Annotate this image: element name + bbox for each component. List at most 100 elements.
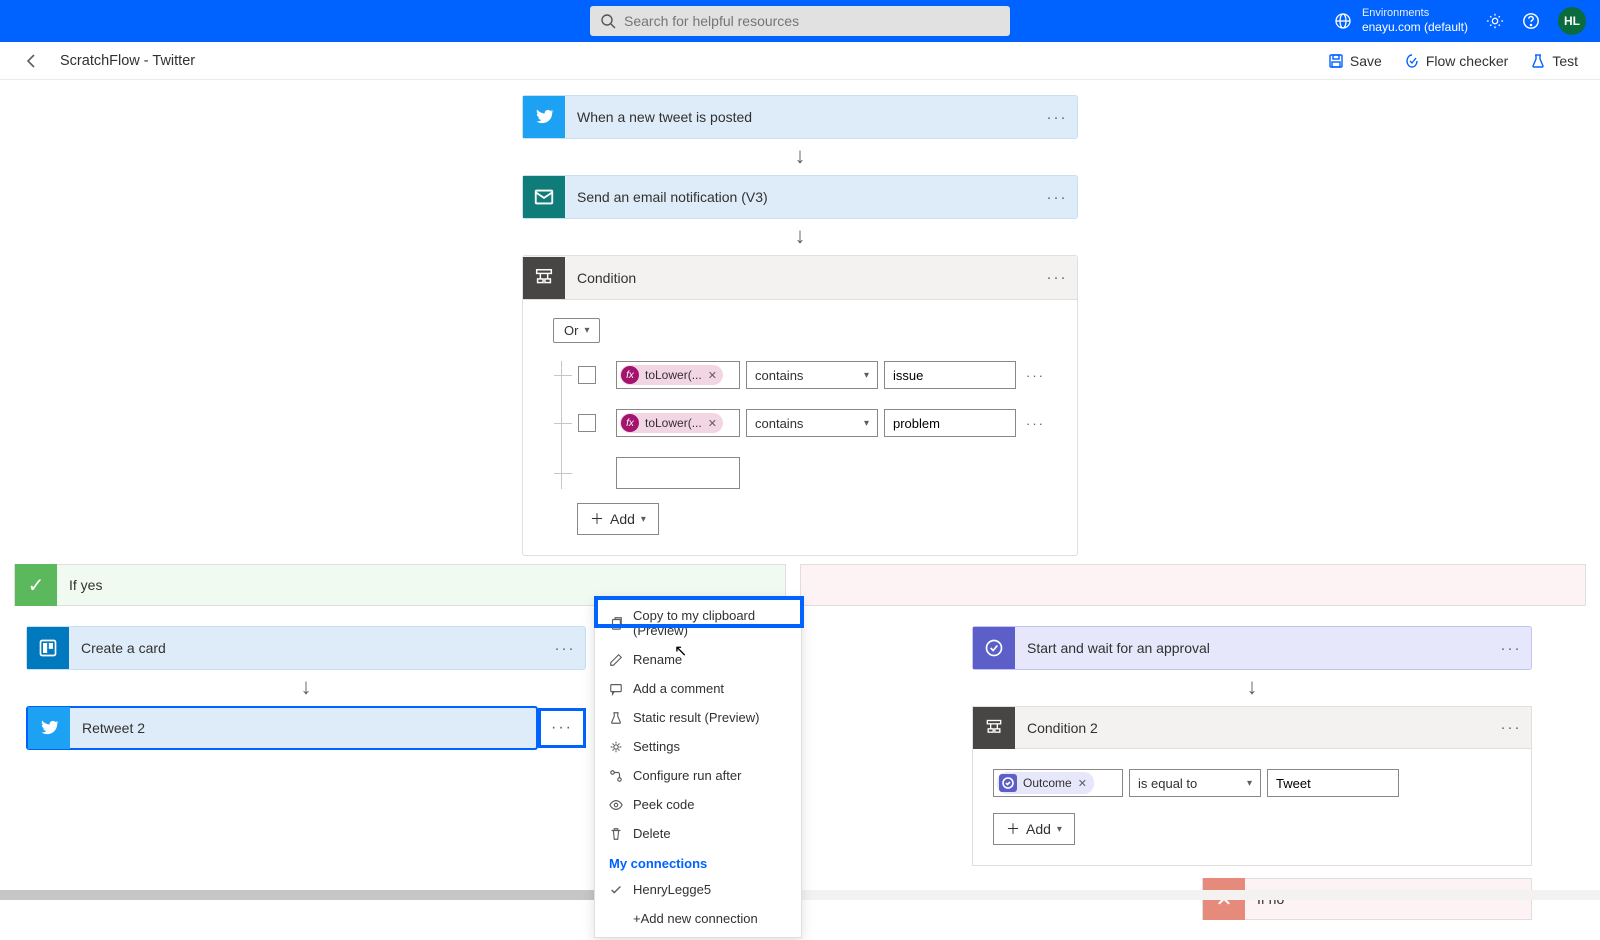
condition-block: Condition ··· Or▾ fxtoLower(...✕ contain… [522,255,1078,556]
save-button[interactable]: Save [1328,53,1382,69]
condition-icon [973,707,1015,749]
add-condition-button[interactable]: ＋ Add ▾ [993,813,1075,845]
logic-selector[interactable]: Or▾ [553,318,600,343]
operator-select[interactable]: is equal to▾ [1129,769,1261,797]
row-menu-button[interactable]: ··· [1022,416,1045,431]
help-icon[interactable] [1522,12,1540,30]
remove-token-icon[interactable]: ✕ [1078,777,1087,790]
condition-header[interactable]: Condition ··· [523,256,1077,300]
chevron-down-icon: ▾ [864,418,869,429]
checkbox[interactable] [578,366,596,384]
condition2-title: Condition 2 [1015,720,1491,736]
search-container [590,6,1010,36]
gear-icon [609,740,623,754]
chevron-down-icon: ▾ [864,370,869,381]
fx-icon: fx [621,366,639,384]
operator-select[interactable]: contains▾ [746,409,878,437]
ctx-comment[interactable]: Add a comment [595,674,801,703]
globe-icon [1334,12,1352,30]
fx-icon: fx [621,414,639,432]
ctx-rename[interactable]: Rename [595,645,801,674]
app-header: Environments enayu.com (default) HL [0,0,1600,42]
ctx-static-result[interactable]: Static result (Preview) [595,703,801,732]
back-arrow-icon[interactable] [22,52,40,70]
search-input[interactable] [590,6,1010,36]
check-icon [609,883,623,897]
condition-icon [523,257,565,299]
ctx-add-connection[interactable]: +Add new connection [595,904,801,933]
search-icon [600,13,616,29]
chevron-down-icon: ▾ [1057,824,1062,835]
approval-token-icon [999,774,1017,792]
ctx-peek-code[interactable]: Peek code [595,790,801,819]
step-menu-button[interactable]: ··· [1037,109,1077,126]
arrow-down-icon: ↓ [522,219,1078,255]
ctx-copy-clipboard[interactable]: Copy to my clipboard (Preview) [595,601,801,645]
chevron-down-icon: ▾ [584,325,589,336]
step-email[interactable]: Send an email notification (V3) ··· [522,175,1078,219]
copy-icon [609,616,623,630]
ctx-run-after[interactable]: Configure run after [595,761,801,790]
step-menu-button[interactable]: ··· [1037,189,1077,206]
step-create-card[interactable]: Create a card ··· [26,626,586,670]
header-right: Environments enayu.com (default) HL [1334,7,1586,35]
test-button[interactable]: Test [1530,53,1578,69]
arrow-down-icon: ↓ [972,670,1532,706]
checkbox[interactable] [578,414,596,432]
comment-icon [609,682,623,696]
twitter-icon [523,96,565,138]
flask-icon [609,711,623,725]
branch-no-header [800,564,1586,606]
eye-icon [609,798,623,812]
step-menu-button[interactable]: ··· [1491,640,1531,657]
condition2-header[interactable]: Condition 2 ··· [973,707,1531,749]
value-input[interactable] [884,409,1016,437]
ctx-connections-label: My connections [595,848,801,875]
step-label: Start and wait for an approval [1015,640,1491,656]
value-input[interactable] [1267,769,1399,797]
flow-canvas: When a new tweet is posted ··· ↓ Send an… [0,80,1600,900]
step-label: Send an email notification (V3) [565,189,1037,205]
branch-no: Start and wait for an approval ··· ↓ Con… [800,564,1600,940]
check-icon: ✓ [15,564,57,606]
environment-text: Environments enayu.com (default) [1362,7,1468,35]
ctx-settings[interactable]: Settings [595,732,801,761]
value-input[interactable] [884,361,1016,389]
expression-input[interactable]: fxtoLower(...✕ [616,409,740,437]
ctx-delete[interactable]: Delete [595,819,801,848]
step-menu-button-highlighted[interactable]: ··· [538,708,586,748]
arrow-down-icon: ↓ [522,139,1078,175]
trello-icon [27,627,69,669]
step-twitter-trigger[interactable]: When a new tweet is posted ··· [522,95,1078,139]
condition-title: Condition [565,270,1037,286]
chevron-down-icon: ▾ [641,514,646,525]
approval-icon [973,627,1015,669]
step-label: When a new tweet is posted [565,109,1037,125]
remove-token-icon[interactable]: ✕ [708,369,717,382]
add-condition-button[interactable]: ＋ Add ▾ [577,503,659,535]
expression-input[interactable]: fxtoLower(...✕ [616,361,740,389]
condition2-block: Condition 2 ··· Outcome ✕ [972,706,1532,866]
flow-title: ScratchFlow - Twitter [60,53,195,69]
remove-token-icon[interactable]: ✕ [708,417,717,430]
row-menu-button[interactable]: ··· [1022,368,1045,383]
chevron-down-icon: ▾ [1247,778,1252,789]
step-label: Create a card [69,640,545,656]
step-menu-button[interactable]: ··· [545,640,585,657]
expression-input[interactable]: Outcome ✕ [993,769,1123,797]
empty-row [562,457,1049,489]
environment-selector[interactable]: Environments enayu.com (default) [1334,7,1468,35]
expression-input-empty[interactable] [616,457,740,489]
step-retweet[interactable]: Retweet 2 [26,706,538,750]
condition-row: fxtoLower(...✕ contains▾ ··· [562,409,1049,437]
gear-icon[interactable] [1486,12,1504,30]
arrow-down-icon: ↓ [26,670,586,706]
step-menu-button[interactable]: ··· [1491,719,1531,736]
avatar[interactable]: HL [1558,7,1586,35]
operator-select[interactable]: contains▾ [746,361,878,389]
flow-checker-button[interactable]: Flow checker [1404,53,1508,69]
step-menu-button[interactable]: ··· [1037,269,1077,286]
condition-row: fxtoLower(...✕ contains▾ ··· [562,361,1049,389]
step-approval[interactable]: Start and wait for an approval ··· [972,626,1532,670]
plus-icon: ＋ [1006,819,1020,839]
